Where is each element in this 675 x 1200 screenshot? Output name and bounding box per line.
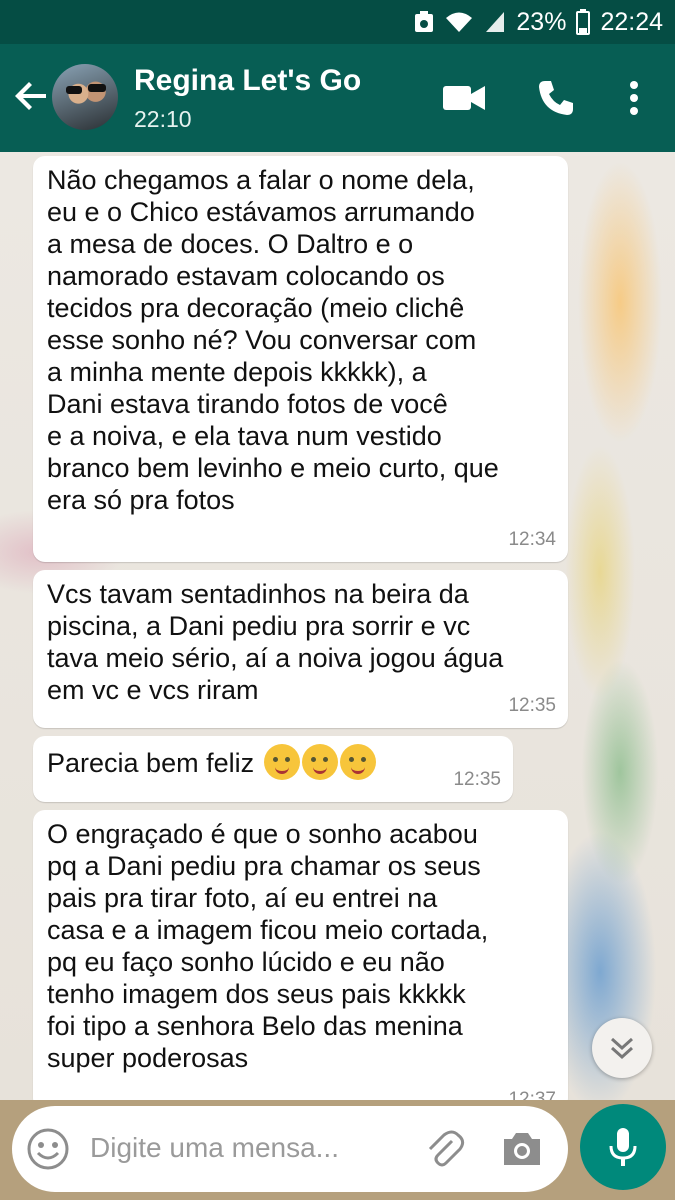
mic-icon	[609, 1128, 637, 1166]
smiling-face-with-hearts-icon	[263, 744, 300, 780]
recycle-icon	[414, 10, 434, 34]
back-arrow-icon[interactable]	[12, 76, 52, 116]
message-bubble[interactable]: Não chegamos a falar o nome dela, eu e o…	[33, 156, 568, 562]
message-time: 12:34	[508, 529, 556, 550]
avatar-detail	[88, 84, 106, 92]
attach-icon[interactable]	[422, 1127, 466, 1171]
status-bar: 23% 22:24	[0, 0, 675, 44]
signal-icon	[484, 10, 506, 34]
avatar-detail	[66, 86, 82, 94]
battery-percent: 23%	[516, 7, 567, 36]
video-call-icon[interactable]	[442, 76, 486, 120]
scroll-down-button[interactable]	[592, 1018, 652, 1078]
message-text: O engraçado é que o sonho acabou pq a Da…	[47, 819, 489, 1073]
battery-icon	[576, 9, 591, 35]
message-time: 12:35	[453, 769, 501, 790]
message-input[interactable]: Digite uma mensa...	[12, 1106, 568, 1192]
more-options-icon[interactable]	[612, 76, 656, 120]
status-bar-right: 23% 22:24	[414, 6, 663, 38]
message-placeholder[interactable]: Digite uma mensa...	[90, 1132, 339, 1164]
message-time: 12:37	[508, 1089, 556, 1100]
message-bubble[interactable]: Parecia bem feliz 12:35	[33, 736, 513, 802]
contact-name[interactable]: Regina Let's Go	[134, 64, 361, 98]
clock: 22:24	[600, 7, 663, 36]
message-text: Parecia bem feliz	[47, 748, 262, 778]
mic-button[interactable]	[580, 1104, 666, 1190]
input-bar: Digite uma mensa...	[0, 1100, 675, 1200]
message-bubble[interactable]: Vcs tavam sentadinhos na beira da piscin…	[33, 570, 568, 728]
last-seen: 22:10	[134, 106, 192, 132]
scroll-down-icon	[610, 1037, 634, 1060]
message-bubble[interactable]: O engraçado é que o sonho acabou pq a Da…	[33, 810, 568, 1100]
message-text: Vcs tavam sentadinhos na beira da piscin…	[47, 579, 504, 705]
camera-icon[interactable]	[500, 1127, 544, 1171]
chat-header: Regina Let's Go 22:10	[0, 44, 675, 152]
smiling-face-with-hearts-icon	[339, 744, 376, 780]
message-time: 12:35	[508, 695, 556, 716]
phone-icon[interactable]	[534, 76, 578, 120]
chat-area[interactable]: Não chegamos a falar o nome dela, eu e o…	[0, 152, 675, 1100]
emoji-icon[interactable]	[26, 1127, 70, 1171]
message-text: Não chegamos a falar o nome dela, eu e o…	[47, 165, 499, 515]
wifi-icon	[444, 10, 474, 34]
avatar[interactable]	[52, 64, 118, 130]
smiling-face-with-hearts-icon	[301, 744, 338, 780]
